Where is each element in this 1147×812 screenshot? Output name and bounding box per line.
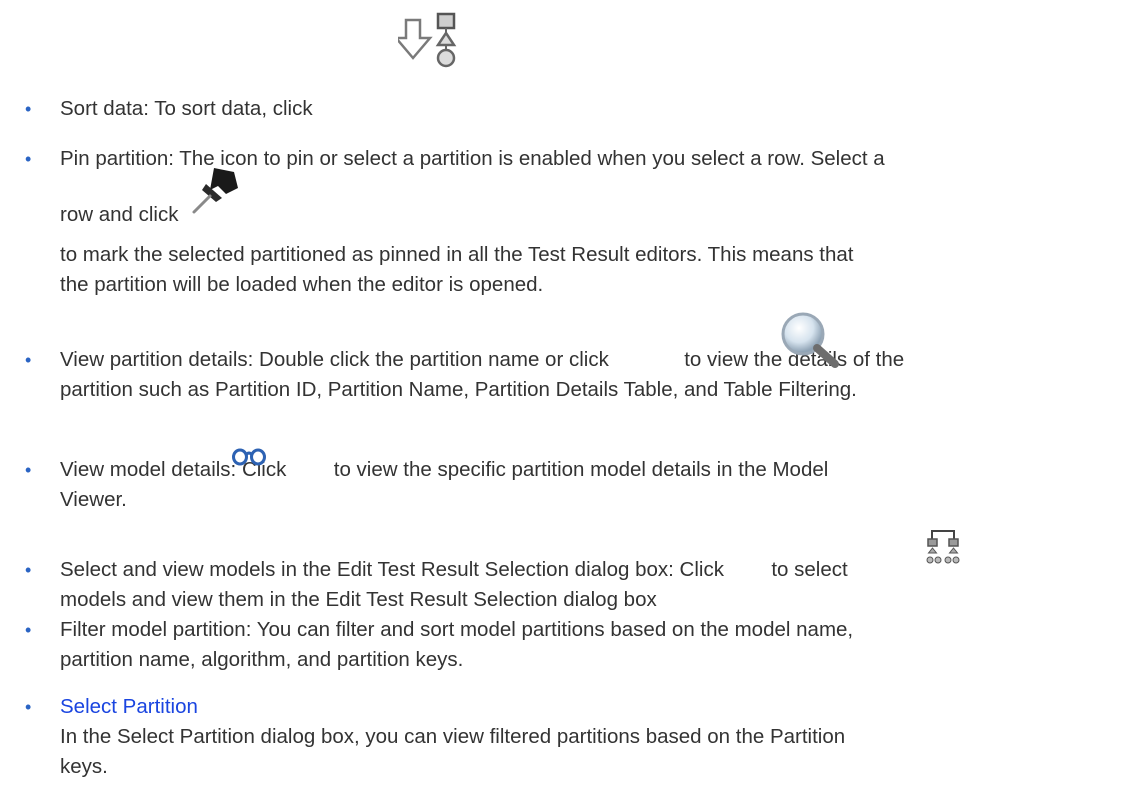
magnifier-icon[interactable]: [775, 310, 841, 370]
sort-icon[interactable]: [398, 12, 464, 74]
list-item-select-view-models: • Select and view models in the Edit Tes…: [25, 555, 1127, 615]
list-item-select-partition: • Select Partition In the Select Partiti…: [25, 692, 1127, 782]
bullet: •: [25, 697, 32, 717]
pin-partition-paragraph: to mark the selected partitioned as pinn…: [60, 243, 854, 296]
bullet: •: [25, 460, 32, 480]
list-item-sort-data: • Sort data: To sort data, click: [25, 94, 1127, 124]
bullet: •: [25, 560, 32, 580]
glasses-icon[interactable]: [232, 445, 266, 467]
select-models-icon[interactable]: [926, 527, 960, 567]
select-partition-link[interactable]: Select Partition: [60, 692, 1127, 722]
pin-partition-text: Pin partition: The icon to pin or select…: [60, 147, 885, 170]
bullet: •: [25, 99, 32, 119]
bullet: •: [25, 149, 32, 169]
list-item-view-partition-details: • View partition details: Double click t…: [25, 345, 1127, 405]
bullet: •: [25, 350, 32, 370]
list-item-filter-model-partition: • Filter model partition: You can filter…: [25, 615, 1127, 675]
bullet: •: [25, 620, 32, 640]
list-item-view-model-details: • View model details: Click to view the …: [25, 455, 1127, 515]
pushpin-icon[interactable]: [190, 164, 242, 216]
sort-data-text: Sort data: To sort data, click: [60, 97, 313, 120]
